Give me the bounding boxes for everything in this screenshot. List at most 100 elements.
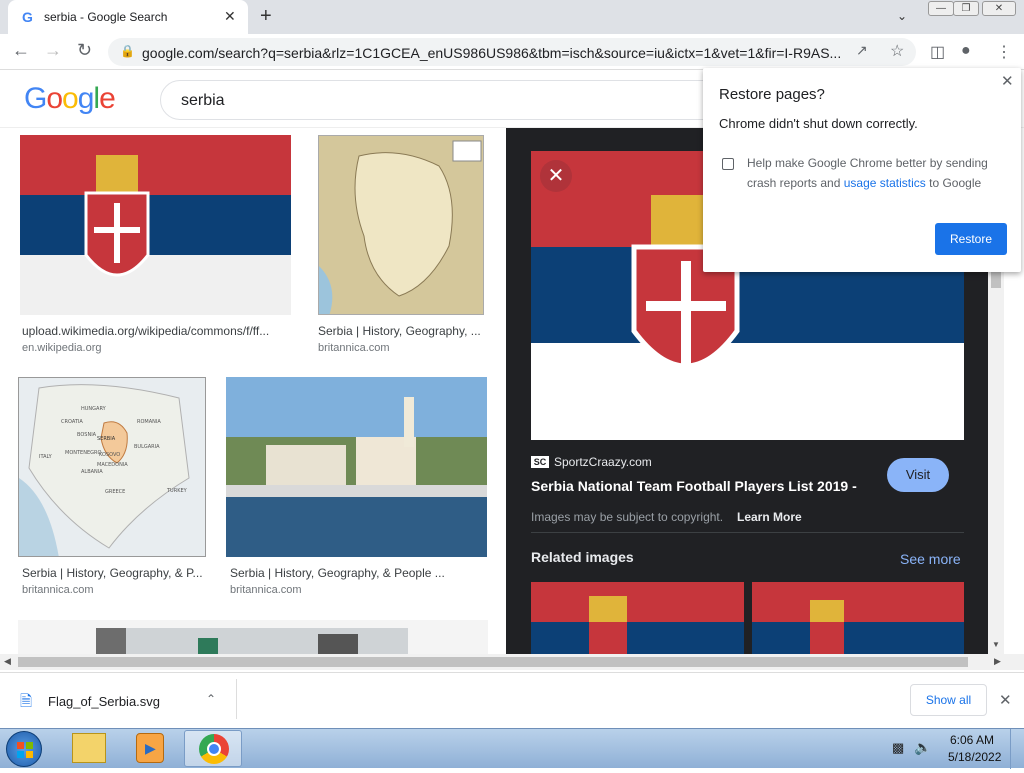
- related-image[interactable]: [752, 582, 964, 654]
- close-download-bar-icon[interactable]: ✕: [999, 691, 1012, 709]
- search-query[interactable]: serbia: [181, 92, 225, 110]
- map-label: MONTENEGRO: [65, 450, 101, 456]
- preview-site[interactable]: SportzCraazy.com: [554, 455, 652, 469]
- clock-date[interactable]: 5/18/2022: [948, 750, 1001, 764]
- logo-letter: o: [46, 82, 63, 115]
- tab-search-chevron-icon[interactable]: ⌄: [897, 9, 907, 23]
- download-bar: 🗎 Flag_of_Serbia.svg ⌃ Show all ✕: [0, 672, 1024, 728]
- result-image-partial[interactable]: [18, 620, 488, 654]
- result-source[interactable]: britannica.com: [230, 584, 302, 596]
- result-image-flag[interactable]: [20, 135, 291, 315]
- result-image-region-map[interactable]: HUNGARY CROATIA BOSNIA SERBIA ROMANIA IT…: [18, 377, 206, 557]
- dialog-title: Restore pages?: [719, 86, 825, 103]
- reload-icon[interactable]: ↻: [77, 40, 92, 61]
- related-images-heading: Related images: [531, 549, 634, 565]
- site-logo-icon: SC: [531, 456, 549, 468]
- related-image[interactable]: [531, 582, 744, 654]
- result-image-map[interactable]: [318, 135, 484, 315]
- tab-close-icon[interactable]: ✕: [224, 8, 236, 25]
- result-caption[interactable]: Serbia | History, Geography, & P...: [22, 566, 203, 580]
- map-label: KOSOVO: [99, 452, 120, 458]
- divider: [531, 532, 964, 533]
- serbia-flag-image: [20, 135, 291, 315]
- result-source[interactable]: britannica.com: [318, 342, 390, 354]
- horizontal-scrollbar[interactable]: ◀ ▶: [0, 654, 1024, 670]
- chrome-icon-center: [207, 742, 221, 756]
- result-source[interactable]: britannica.com: [22, 584, 94, 596]
- start-button[interactable]: [6, 731, 42, 767]
- copyright-notice: Images may be subject to copyright.: [531, 510, 724, 524]
- result-caption[interactable]: upload.wikimedia.org/wikipedia/commons/f…: [22, 324, 269, 338]
- result-caption[interactable]: Serbia | History, Geography, & People ..…: [230, 566, 445, 580]
- restore-window-button[interactable]: ❐: [953, 1, 979, 16]
- chevron-up-icon[interactable]: ⌃: [206, 692, 216, 706]
- related-flag-image: [752, 582, 964, 654]
- map-label: GREECE: [105, 489, 125, 495]
- windows-logo-icon: [17, 742, 33, 758]
- checkbox-label: crash reports and: [747, 176, 841, 190]
- map-label: ITALY: [39, 454, 53, 460]
- logo-letter: o: [62, 82, 79, 115]
- scrollbar-thumb[interactable]: [18, 657, 968, 667]
- chrome-taskbar-button[interactable]: [184, 730, 242, 767]
- show-all-button[interactable]: Show all: [910, 684, 987, 716]
- dialog-message: Chrome didn't shut down correctly.: [719, 116, 918, 131]
- bookmark-star-icon[interactable]: ☆: [890, 41, 904, 61]
- usage-stats-checkbox[interactable]: [722, 158, 734, 170]
- balkan-map-image: HUNGARY CROATIA BOSNIA SERBIA ROMANIA IT…: [19, 378, 205, 556]
- map-label: SERBIA: [97, 436, 116, 442]
- logo-letter: g: [77, 82, 95, 115]
- scroll-left-icon[interactable]: ◀: [4, 656, 11, 667]
- google-logo[interactable]: Google: [24, 82, 116, 116]
- address-bar[interactable]: 🔒 google.com/search?q=serbia&rlz=1C1GCEA…: [108, 38, 916, 66]
- dialog-close-icon[interactable]: ✕: [1001, 72, 1014, 90]
- tab-google-search[interactable]: G serbia - Google Search ✕: [8, 0, 248, 34]
- image-results: upload.wikimedia.org/wikipedia/commons/f…: [0, 128, 506, 654]
- download-filename[interactable]: Flag_of_Serbia.svg: [48, 694, 160, 709]
- minimize-button[interactable]: —: [928, 1, 954, 16]
- see-more-link[interactable]: See more: [900, 551, 961, 567]
- map-label: MACEDONIA: [97, 462, 128, 468]
- scrollbar-thumb[interactable]: [991, 272, 1001, 288]
- checkbox-label: to Google: [929, 176, 982, 190]
- network-icon[interactable]: ▩: [892, 740, 904, 756]
- tab-title: serbia - Google Search: [44, 10, 168, 24]
- scroll-down-icon[interactable]: ▼: [992, 640, 1000, 649]
- learn-more-link[interactable]: Learn More: [737, 510, 802, 524]
- visit-button[interactable]: Visit: [887, 458, 949, 492]
- result-source[interactable]: en.wikipedia.org: [22, 342, 102, 354]
- forward-arrow-icon[interactable]: →: [44, 40, 62, 61]
- show-desktop-button[interactable]: [1010, 729, 1024, 769]
- share-icon[interactable]: ↗: [856, 42, 868, 59]
- volume-icon[interactable]: 🔈: [914, 739, 931, 756]
- restore-button[interactable]: Restore: [935, 223, 1007, 255]
- close-preview-icon[interactable]: ✕: [540, 160, 572, 192]
- divider: [236, 679, 237, 719]
- google-favicon-icon: G: [22, 9, 33, 25]
- menu-kebab-icon[interactable]: ⋮: [996, 42, 1012, 62]
- result-caption[interactable]: Serbia | History, Geography, ...: [318, 324, 481, 338]
- usage-statistics-link[interactable]: usage statistics: [844, 176, 926, 190]
- profile-avatar-icon[interactable]: ●: [961, 42, 971, 60]
- scroll-right-icon[interactable]: ▶: [994, 656, 1001, 667]
- browser-toolbar: ← → ↻ 🔒 google.com/search?q=serbia&rlz=1…: [0, 34, 1024, 70]
- map-label: ROMANIA: [137, 419, 161, 425]
- side-panel-icon[interactable]: ◫: [930, 42, 945, 62]
- close-window-button[interactable]: ✕: [982, 1, 1016, 16]
- new-tab-button[interactable]: +: [260, 5, 272, 28]
- preview-title[interactable]: Serbia National Team Football Players Li…: [531, 478, 857, 494]
- media-player-taskbar-icon[interactable]: ▶: [136, 733, 164, 763]
- result-image-city[interactable]: [226, 377, 487, 557]
- map-label: BULGARIA: [134, 444, 160, 450]
- checkbox-label: Help make Google Chrome better by sendin…: [747, 156, 988, 170]
- lock-icon: 🔒: [120, 44, 135, 58]
- url-text[interactable]: google.com/search?q=serbia&rlz=1C1GCEA_e…: [142, 45, 842, 61]
- restore-pages-dialog: ✕ Restore pages? Chrome didn't shut down…: [703, 68, 1021, 272]
- partial-photo-image: [96, 628, 408, 654]
- download-item[interactable]: 🗎 Flag_of_Serbia.svg ⌃: [0, 673, 236, 723]
- map-label: CROATIA: [61, 419, 83, 425]
- file-icon: 🗎: [20, 693, 33, 710]
- clock-time[interactable]: 6:06 AM: [950, 733, 994, 747]
- back-arrow-icon[interactable]: ←: [12, 40, 30, 61]
- file-explorer-taskbar-icon[interactable]: [72, 733, 106, 763]
